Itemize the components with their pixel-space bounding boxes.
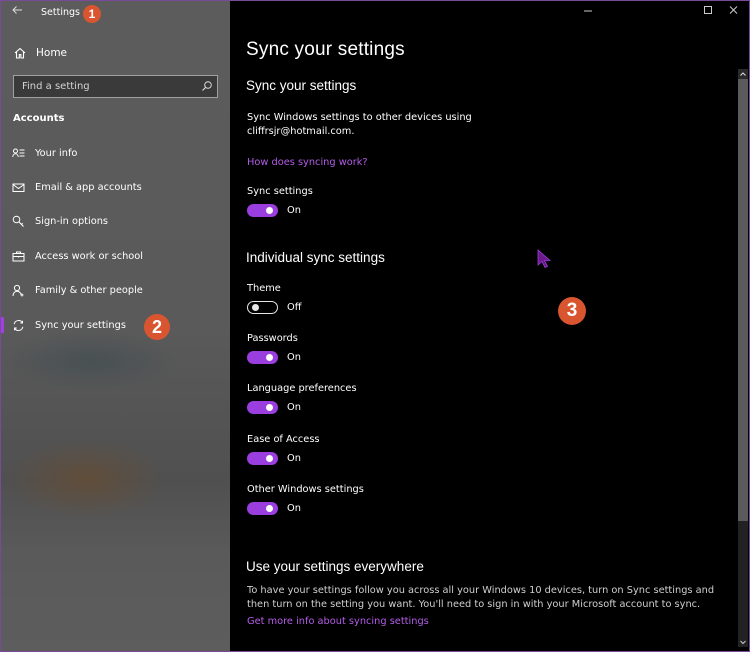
individual-section-heading: Individual sync settings	[246, 250, 385, 265]
toggle-state: On	[287, 205, 301, 216]
chevron-up-icon	[740, 72, 746, 76]
home-label: Home	[36, 47, 68, 59]
setting-language-preferences: Language preferences On	[247, 383, 447, 423]
toggle-state: On	[287, 402, 301, 413]
sync-settings-toggle[interactable]	[247, 204, 278, 217]
toggle-knob	[266, 455, 273, 462]
setting-label: Other Windows settings	[247, 484, 364, 495]
sync-description-line1: Sync Windows settings to other devices u…	[247, 112, 472, 123]
scroll-up-button[interactable]	[738, 69, 748, 79]
briefcase-icon	[12, 251, 25, 262]
setting-label: Theme	[247, 283, 281, 294]
sidebar: Settings 1 Home Accounts Your info Email…	[1, 1, 230, 651]
setting-sync-settings: Sync settings On	[247, 186, 447, 226]
mail-icon	[12, 183, 25, 193]
key-icon	[12, 216, 24, 228]
vertical-scrollbar[interactable]	[738, 69, 748, 647]
sync-icon	[13, 319, 24, 331]
close-button[interactable]	[719, 1, 749, 21]
toggle-state: On	[287, 352, 301, 363]
how-syncing-works-link[interactable]: How does syncing work?	[247, 157, 368, 168]
mouse-cursor-icon	[537, 249, 552, 269]
toggle-knob	[266, 505, 273, 512]
language-preferences-toggle[interactable]	[247, 401, 278, 414]
contact-info-icon	[12, 148, 25, 157]
sidebar-item-sync-your-settings[interactable]: Sync your settings	[1, 308, 230, 342]
main-content: Sync your settings Sync your settings Sy…	[230, 1, 749, 651]
sidebar-item-label: Your info	[35, 147, 78, 159]
close-icon	[729, 6, 738, 14]
sidebar-item-label: Access work or school	[35, 250, 144, 262]
sidebar-item-label: Family & other people	[35, 285, 143, 297]
annotation-badge-2: 2	[144, 314, 170, 340]
toggle-knob	[266, 404, 273, 411]
add-person-icon	[12, 285, 24, 297]
setting-label: Language preferences	[247, 383, 357, 394]
back-arrow-icon	[12, 6, 22, 14]
toggle-state: On	[287, 453, 301, 464]
sidebar-item-sign-in-options[interactable]: Sign-in options	[1, 205, 230, 239]
theme-toggle[interactable]	[247, 301, 278, 314]
page-title: Sync your settings	[246, 39, 405, 60]
search-input[interactable]	[14, 76, 202, 97]
sidebar-item-your-info[interactable]: Your info	[1, 136, 230, 170]
selection-indicator	[1, 316, 4, 333]
sidebar-item-label: Email & app accounts	[35, 182, 142, 194]
sidebar-item-access-work-school[interactable]: Access work or school	[1, 239, 230, 273]
annotation-badge-3: 3	[558, 297, 586, 325]
setting-theme: Theme Off	[247, 283, 447, 323]
setting-ease-of-access: Ease of Access On	[247, 434, 447, 474]
sidebar-item-label: Sign-in options	[35, 216, 109, 228]
chevron-down-icon	[740, 640, 746, 645]
sync-section-heading: Sync your settings	[246, 78, 357, 93]
accounts-section-label: Accounts	[13, 113, 65, 124]
home-icon	[14, 47, 26, 59]
minimize-icon	[584, 10, 592, 12]
toggle-state: On	[287, 503, 301, 514]
toggle-state: Off	[287, 302, 302, 313]
everywhere-section-heading: Use your settings everywhere	[246, 559, 424, 574]
passwords-toggle[interactable]	[247, 351, 278, 364]
scroll-down-button[interactable]	[738, 637, 748, 647]
setting-label: Ease of Access	[247, 434, 320, 445]
search-box[interactable]	[13, 75, 218, 98]
toggle-knob	[266, 354, 273, 361]
everywhere-description: To have your settings follow you across …	[247, 585, 715, 610]
more-info-syncing-link[interactable]: Get more info about syncing settings	[247, 616, 429, 627]
sidebar-item-email-app-accounts[interactable]: Email & app accounts	[1, 170, 230, 204]
accounts-nav: Your info Email & app accounts Sign-in o…	[1, 136, 230, 342]
sidebar-item-label: Sync your settings	[35, 319, 126, 331]
annotation-badge-1: 1	[83, 5, 101, 23]
search-icon[interactable]	[201, 80, 213, 92]
setting-label: Passwords	[247, 333, 298, 344]
setting-label: Sync settings	[247, 186, 313, 197]
ease-of-access-toggle[interactable]	[247, 452, 278, 465]
title-bar: Settings 1	[1, 1, 230, 27]
scrollbar-thumb[interactable]	[738, 79, 748, 521]
window-title: Settings	[41, 7, 80, 18]
setting-passwords: Passwords On	[247, 333, 447, 373]
sync-description-email: cliffrsjr@hotmail.com.	[247, 126, 355, 137]
back-button[interactable]	[9, 4, 25, 20]
other-windows-settings-toggle[interactable]	[247, 502, 278, 515]
toggle-knob	[266, 207, 273, 214]
setting-other-windows-settings: Other Windows settings On	[247, 484, 447, 524]
settings-window: Settings 1 Home Accounts Your info Email…	[0, 0, 750, 652]
toggle-knob	[252, 303, 259, 311]
sidebar-item-family-other-people[interactable]: Family & other people	[1, 274, 230, 308]
home-nav-item[interactable]: Home	[13, 44, 67, 62]
minimize-button[interactable]	[574, 1, 604, 21]
